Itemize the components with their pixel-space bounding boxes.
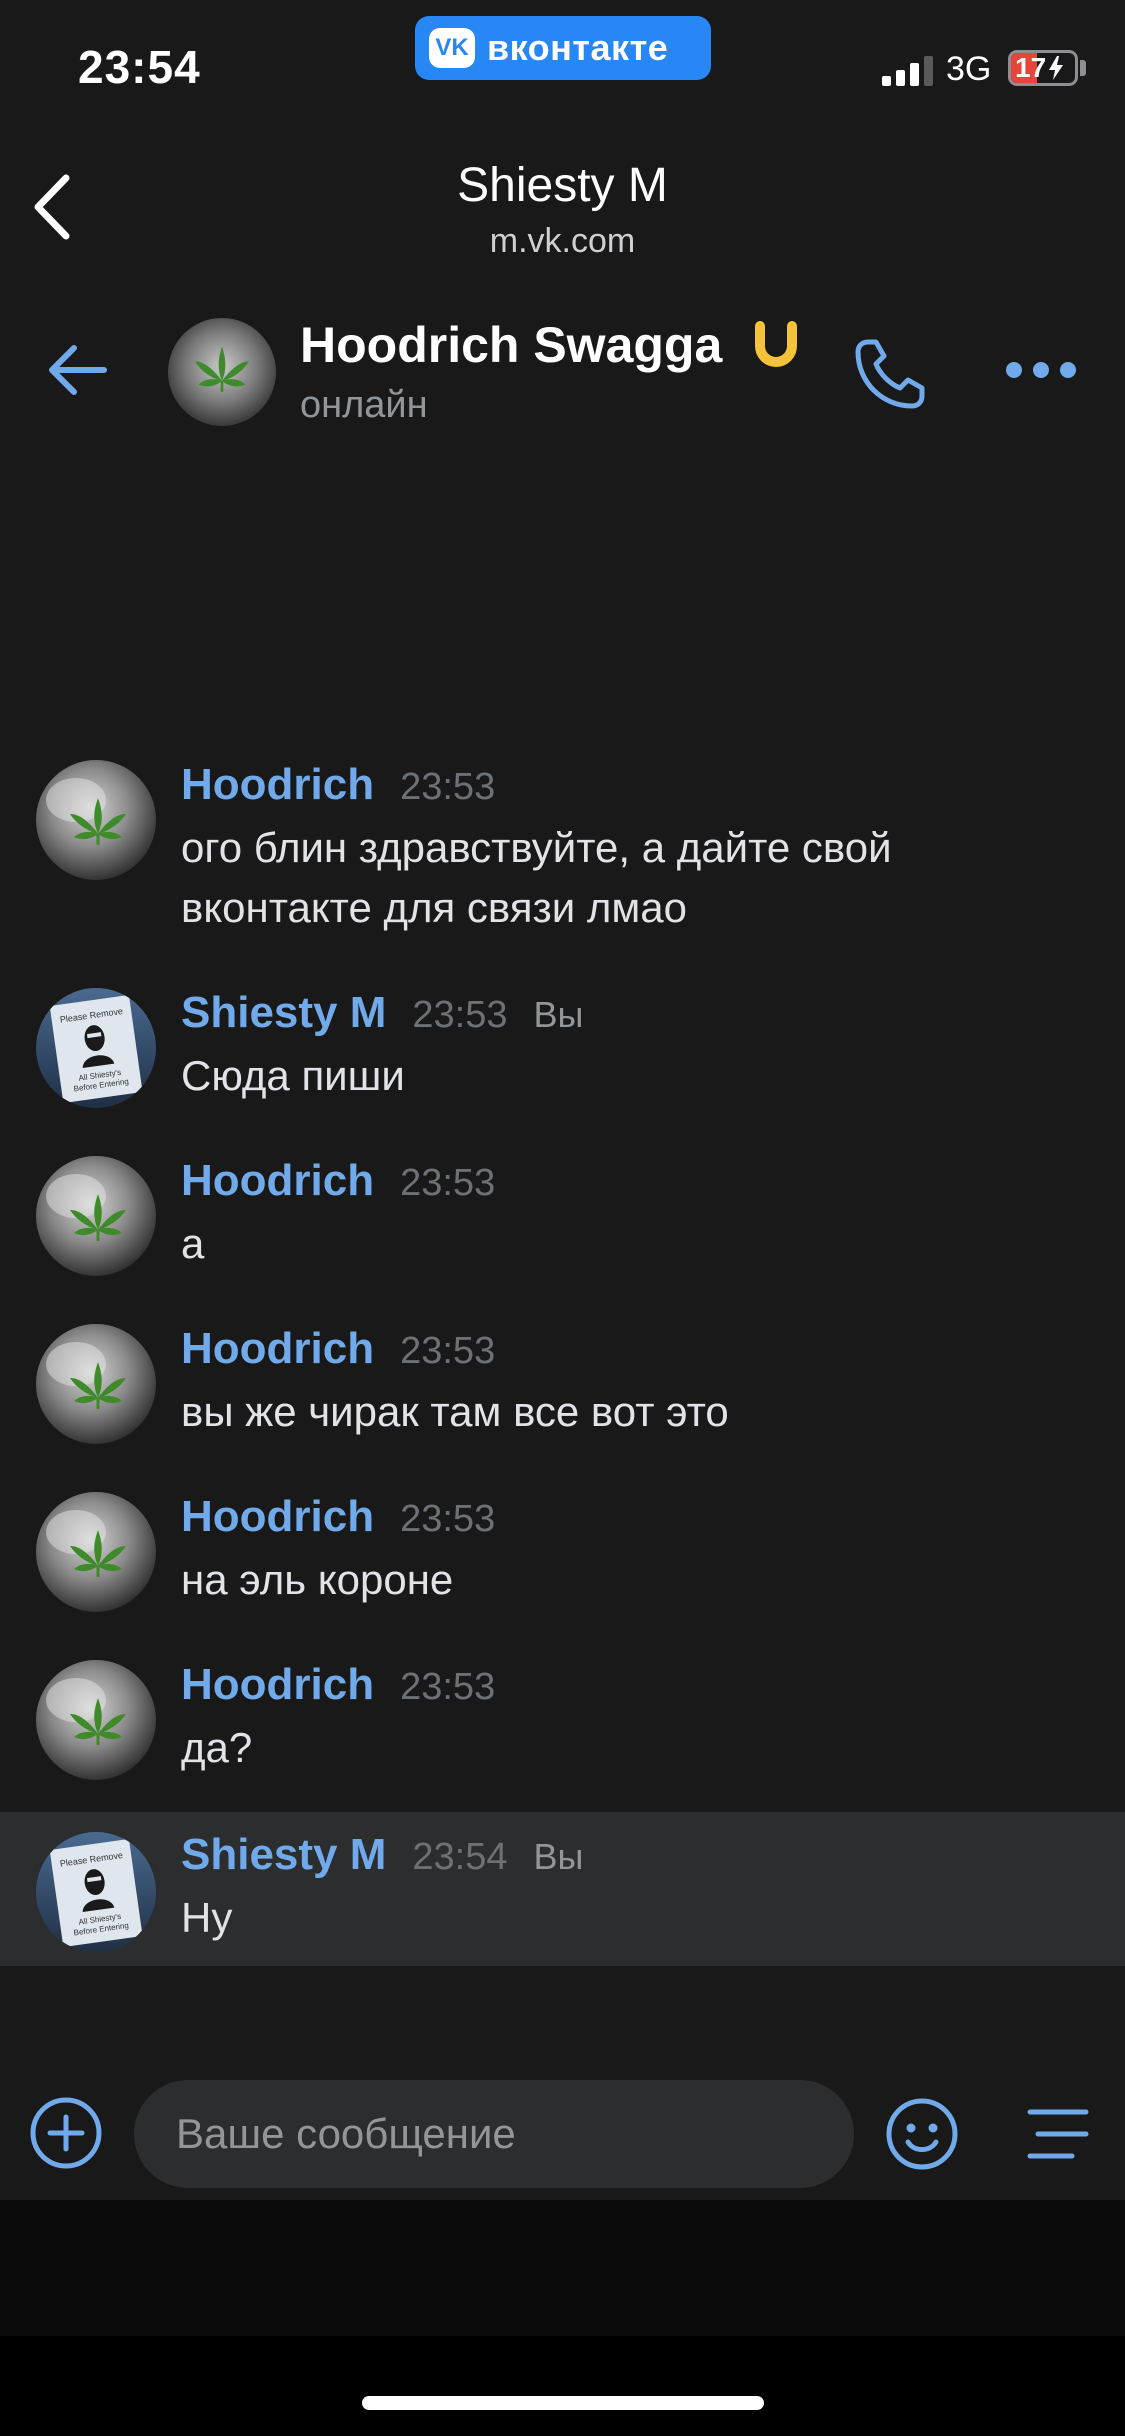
network-type: 3G [946,50,992,88]
message-time: 23:53 [412,994,508,1036]
message-author[interactable]: Shiesty M [181,988,386,1038]
message-row[interactable]: Hoodrich 23:53 вы же чирак там все вот это [0,1324,1125,1474]
back-arrow-icon[interactable] [46,340,108,400]
more-dots-icon[interactable] [1000,350,1082,390]
message-meta: Hoodrich 23:53 [181,1492,495,1542]
own-avatar[interactable]: Please Remove All Shiesty's Before Enterin… [36,1832,156,1952]
vk-app-pill[interactable]: VK вконтакте [415,16,711,80]
message-meta: Hoodrich 23:53 [181,1324,495,1374]
message-meta: Shiesty M 23:53 Вы [181,988,583,1038]
message-text: вконтакте для связи лмао [181,884,687,931]
sender-avatar[interactable] [36,1324,156,1444]
add-attachment-icon[interactable] [28,2095,104,2171]
vk-app-name: вконтакте [487,27,669,68]
message-author[interactable]: Hoodrich [181,760,374,810]
battery-icon: 17 [1008,50,1078,86]
home-indicator[interactable] [362,2396,764,2410]
contact-status: онлайн [300,384,428,426]
emoji-icon[interactable] [884,2096,960,2172]
contact-name[interactable]: Hoodrich Swagga [300,316,722,374]
message-text: на эль короне [181,1556,454,1603]
vk-logo-icon: VK [429,28,475,68]
message-text: вы же чирак там все вот это [181,1388,729,1435]
contact-avatar[interactable] [168,318,276,426]
message-time: 23:53 [400,1330,496,1372]
battery-nub [1080,60,1086,76]
browser-url: m.vk.com [489,222,636,260]
message-text: а [181,1220,205,1267]
message-meta: Hoodrich 23:53 [181,1660,495,1710]
message-author[interactable]: Hoodrich [181,1660,374,1710]
message-text: Сюда пиши [181,1052,405,1099]
message-row[interactable]: Hoodrich 23:53 да? [0,1660,1125,1810]
menu-lines-icon[interactable] [1024,2104,1092,2164]
battery-level: 17 [1015,52,1047,83]
sender-avatar[interactable] [36,760,156,880]
message-time: 23:53 [400,766,496,808]
message-author[interactable]: Hoodrich [181,1324,374,1374]
message-time: 23:53 [400,1498,496,1540]
message-author[interactable]: Hoodrich [181,1156,374,1206]
status-time: 23:54 [78,41,201,93]
message-time: 23:54 [412,1836,508,1878]
message-text: да? [181,1724,253,1771]
message-row[interactable]: Hoodrich 23:53 на эль короне [0,1492,1125,1642]
message-row[interactable]: Hoodrich 23:53 а [0,1156,1125,1306]
message-meta: Shiesty M 23:54 Вы [181,1830,583,1880]
sender-avatar[interactable] [36,1660,156,1780]
message-text: ого блин здравствуйте, а дайте свой [181,824,892,871]
own-avatar[interactable]: Please Remove All Shiesty's Before Enterin… [36,988,156,1108]
message-row[interactable]: Please Remove All Shiesty's Before Enterin… [0,1812,1125,1966]
sender-avatar[interactable] [36,1156,156,1276]
message-meta: Hoodrich 23:53 [181,1156,495,1206]
status-bar: 23:54 VK вконтакте 3G 17 [0,0,1125,130]
message-meta: Hoodrich 23:53 [181,760,495,810]
message-author[interactable]: Hoodrich [181,1492,374,1542]
message-text: Ну [181,1894,233,1941]
sender-avatar[interactable] [36,1492,156,1612]
own-message-label: Вы [533,1836,584,1877]
browser-title: Shiesty M [457,159,668,212]
message-time: 23:53 [400,1666,496,1708]
message-row[interactable]: Hoodrich 23:53 ого блин здравствуйте, а да… [0,760,1125,931]
bottom-safe-area [0,2336,1125,2436]
charging-bolt-icon [1049,56,1064,80]
message-author[interactable]: Shiesty M [181,1830,386,1880]
message-row[interactable]: Please Remove All Shiesty's Before Enterin… [0,988,1125,1138]
signal-icon [882,56,933,86]
phone-icon[interactable] [852,336,928,412]
own-message-label: Вы [533,994,584,1035]
horseshoe-icon [755,321,797,367]
message-time: 23:53 [400,1162,496,1204]
message-input[interactable] [134,2080,854,2188]
